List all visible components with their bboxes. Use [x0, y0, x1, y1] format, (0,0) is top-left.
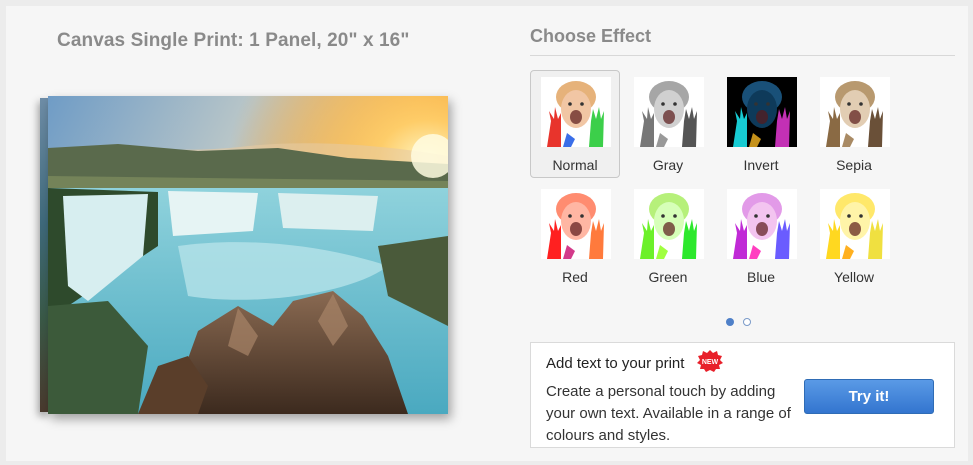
page-dot-1[interactable] — [726, 318, 734, 326]
effect-gray[interactable]: Gray — [623, 70, 713, 178]
effect-label: Red — [562, 269, 588, 285]
add-text-title: Add text to your print — [546, 355, 685, 372]
effects-grid: Normal Gray Invert Sepia Red Green Blue Yellow — [530, 70, 970, 300]
canvas-preview — [40, 96, 448, 414]
effect-label: Normal — [552, 157, 598, 173]
effect-normal[interactable]: Normal — [530, 70, 620, 178]
effect-blue[interactable]: Blue — [716, 182, 806, 290]
effect-label: Invert — [743, 157, 779, 173]
try-it-button[interactable]: Try it! — [804, 379, 934, 414]
effect-thumbnail — [634, 189, 704, 259]
effect-sepia[interactable]: Sepia — [809, 70, 899, 178]
add-text-panel: Add text to your print NEW Create a pers… — [530, 342, 955, 448]
canvas-print-image — [48, 96, 448, 414]
effect-thumbnail — [634, 77, 704, 147]
product-title: Canvas Single Print: 1 Panel, 20" x 16" — [57, 30, 410, 51]
effects-pagination — [726, 313, 760, 331]
effect-thumbnail — [541, 77, 611, 147]
effect-thumbnail — [727, 77, 797, 147]
effect-green[interactable]: Green — [623, 182, 713, 290]
page-dot-2[interactable] — [743, 318, 751, 326]
effect-yellow[interactable]: Yellow — [809, 182, 899, 290]
effect-thumbnail — [820, 77, 890, 147]
new-badge-text: NEW — [702, 359, 719, 366]
effect-thumbnail — [820, 189, 890, 259]
effect-red[interactable]: Red — [530, 182, 620, 290]
effect-label: Yellow — [834, 269, 874, 285]
new-badge-icon: NEW — [697, 350, 723, 372]
effect-label: Gray — [652, 157, 684, 173]
add-text-description: Create a personal touch by adding your o… — [546, 383, 791, 444]
effect-invert[interactable]: Invert — [716, 70, 806, 178]
effect-thumbnail — [541, 189, 611, 259]
effect-thumbnail — [727, 189, 797, 259]
effect-label: Green — [648, 269, 688, 285]
effect-label: Blue — [746, 269, 776, 285]
choose-effect-title: Choose Effect — [530, 26, 652, 46]
effect-label: Sepia — [836, 157, 872, 173]
effect-divider — [530, 55, 955, 56]
